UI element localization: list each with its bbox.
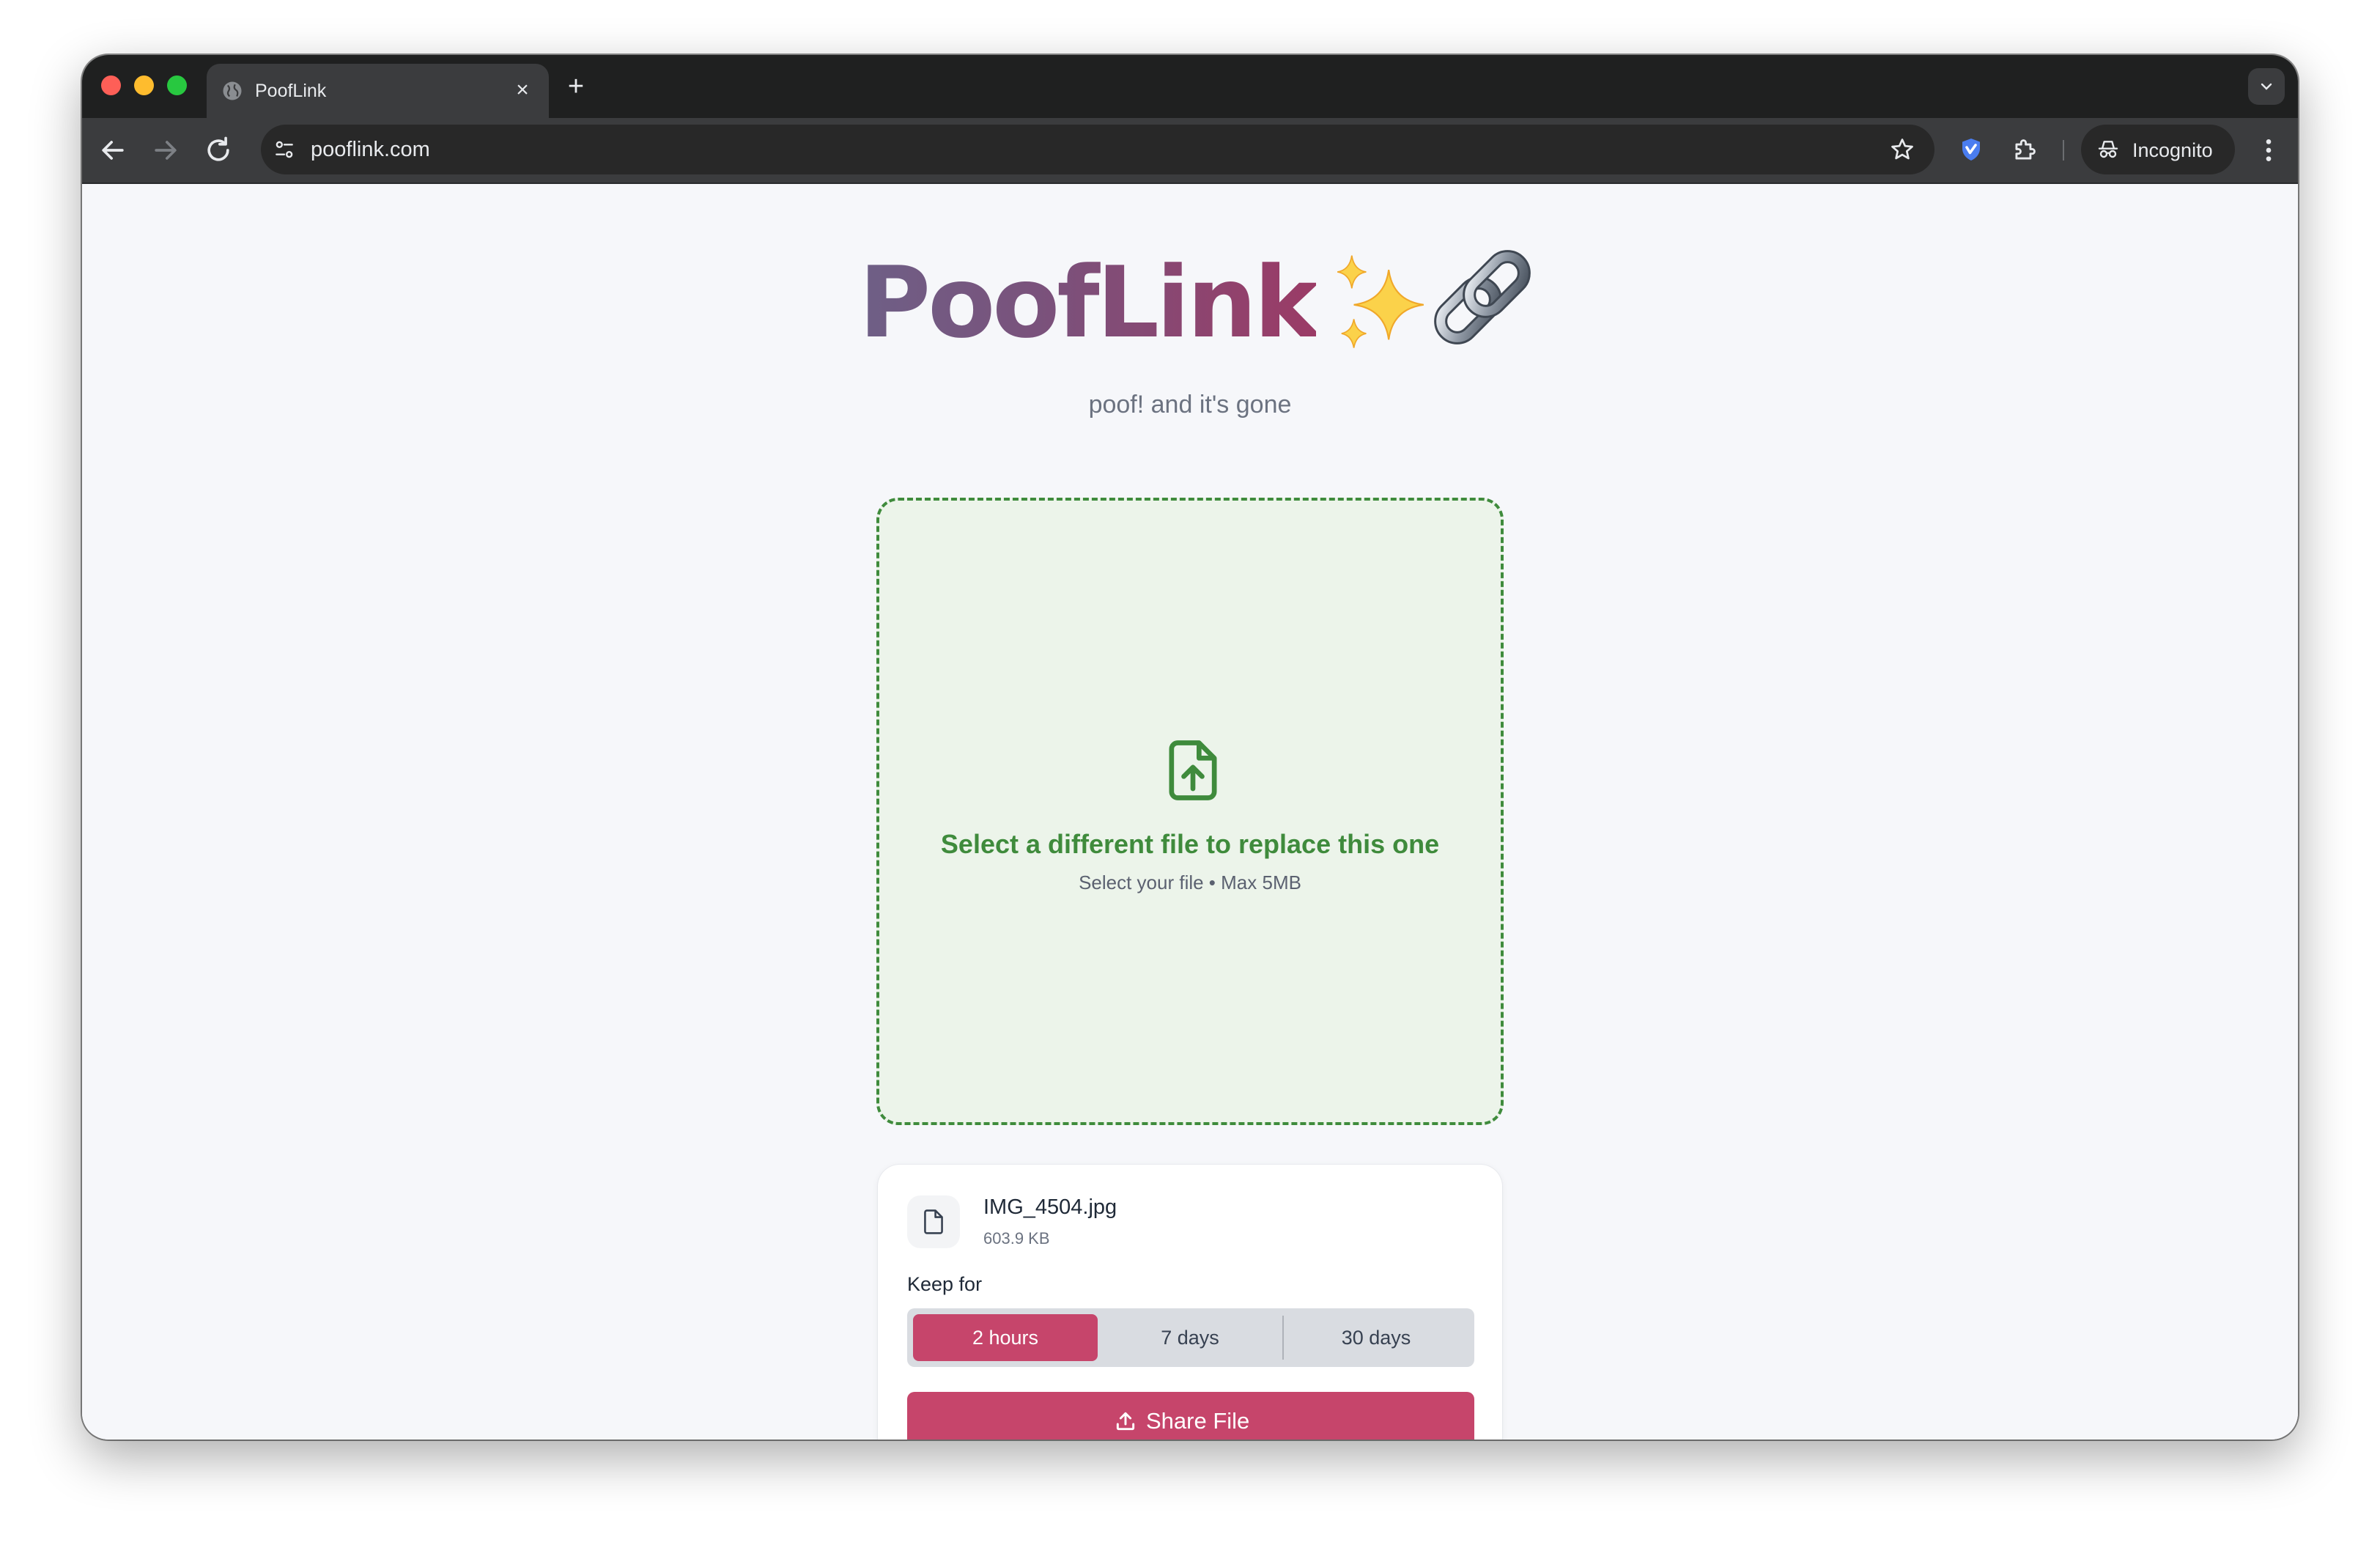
link-chain-icon	[1434, 250, 1531, 344]
globe-icon	[223, 81, 242, 100]
file-thumbnail	[907, 1195, 960, 1248]
page-content: PoofLink poof! and it's gone Select a di…	[82, 184, 2298, 1440]
keep-for-option-30-days[interactable]: 30 days	[1284, 1314, 1468, 1361]
incognito-label: Incognito	[2132, 139, 2213, 161]
tab-title: PoofLink	[255, 81, 327, 101]
address-bar[interactable]: pooflink.com	[261, 125, 1934, 174]
file-dropzone[interactable]: Select a different file to replace this …	[876, 498, 1504, 1125]
bookmark-star-icon[interactable]	[1889, 136, 1915, 163]
logo: PoofLink	[859, 246, 1537, 360]
toolbar-separator	[2063, 140, 2064, 161]
forward-arrow-icon[interactable]	[149, 134, 182, 166]
browser-toolbar: pooflink.com Incognito	[82, 118, 2298, 184]
window-minimize-button[interactable]	[134, 75, 154, 95]
share-card: IMG_4504.jpg 603.9 KB Keep for 2 hours 7…	[878, 1165, 1502, 1440]
browser-window: PoofLink × + pooflink.com Incognito Poof…	[82, 55, 2298, 1440]
file-size: 603.9 KB	[983, 1229, 1050, 1247]
window-close-button[interactable]	[101, 75, 121, 95]
tagline: poof! and it's gone	[1088, 391, 1292, 419]
keep-for-selector: 2 hours 7 days 30 days	[907, 1308, 1474, 1367]
share-file-button[interactable]: Share File	[907, 1392, 1474, 1440]
window-maximize-button[interactable]	[167, 75, 187, 95]
file-name: IMG_4504.jpg	[983, 1195, 1117, 1219]
keep-for-label: Keep for	[907, 1273, 983, 1295]
tab-search-button[interactable]	[2248, 68, 2285, 105]
keep-for-option-7-days[interactable]: 7 days	[1098, 1314, 1282, 1361]
logo-text: PoofLink	[859, 246, 1319, 360]
tab-strip: PoofLink × +	[82, 55, 2298, 118]
incognito-icon	[2098, 141, 2118, 158]
upload-icon	[1116, 1412, 1135, 1431]
sparkles-icon	[1337, 255, 1424, 348]
back-arrow-icon[interactable]	[97, 134, 129, 166]
file-upload-icon	[1169, 740, 1217, 800]
tab-pooflink[interactable]: PoofLink ×	[207, 64, 549, 118]
extensions-puzzle-icon[interactable]	[2011, 136, 2039, 164]
dropzone-hint: Select your file • Max 5MB	[1079, 871, 1301, 893]
site-settings-icon[interactable]	[273, 138, 296, 161]
keep-for-option-2-hours[interactable]: 2 hours	[913, 1314, 1098, 1361]
dropzone-title: Select a different file to replace this …	[940, 829, 1440, 859]
incognito-badge[interactable]: Incognito	[2081, 125, 2235, 174]
kebab-menu-icon[interactable]	[2254, 136, 2283, 165]
share-file-label: Share File	[1146, 1408, 1250, 1434]
reload-icon[interactable]	[202, 134, 234, 166]
file-icon	[924, 1209, 943, 1234]
tab-close-icon[interactable]: ×	[509, 77, 536, 103]
url-text[interactable]: pooflink.com	[311, 137, 430, 162]
new-tab-button[interactable]: +	[561, 73, 591, 102]
extension-shield-icon[interactable]	[1958, 136, 1984, 163]
chevron-down-icon	[2261, 83, 2272, 90]
